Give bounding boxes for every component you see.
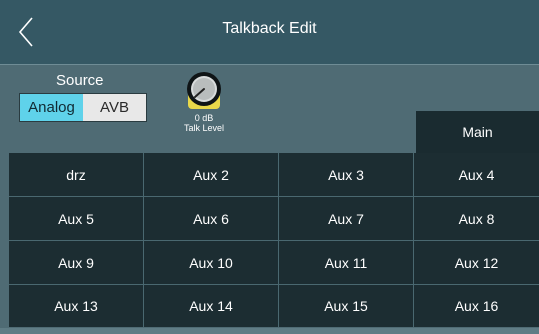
bus-button[interactable]: Aux 14: [144, 285, 278, 327]
bus-button[interactable]: Aux 7: [279, 197, 413, 240]
bus-grid: drz Aux 2 Aux 3 Aux 4 Aux 5 Aux 6 Aux 7 …: [9, 153, 539, 327]
bus-button[interactable]: Aux 4: [414, 153, 539, 196]
bus-button[interactable]: Aux 11: [279, 241, 413, 284]
bus-button[interactable]: Aux 8: [414, 197, 539, 240]
page-title: Talkback Edit: [222, 20, 317, 37]
bus-button[interactable]: drz: [9, 153, 143, 196]
title-bar: Talkback Edit: [0, 0, 539, 65]
source-analog-button[interactable]: Analog: [20, 94, 83, 121]
bus-button[interactable]: Aux 5: [9, 197, 143, 240]
source-selector: Analog AVB: [19, 93, 147, 122]
bus-button[interactable]: Aux 15: [279, 285, 413, 327]
bus-button[interactable]: Aux 13: [9, 285, 143, 327]
source-label: Source: [56, 72, 104, 89]
bus-button[interactable]: Aux 6: [144, 197, 278, 240]
talk-level-label: Talk Level: [183, 123, 225, 133]
bus-button[interactable]: Aux 16: [414, 285, 539, 327]
bus-button[interactable]: Aux 2: [144, 153, 278, 196]
bus-button[interactable]: Aux 3: [279, 153, 413, 196]
main-bus-button[interactable]: Main: [416, 111, 539, 153]
bus-button[interactable]: Aux 12: [414, 241, 539, 284]
knob-icon: [187, 72, 221, 109]
source-avb-button[interactable]: AVB: [83, 94, 146, 121]
talk-level-value: 0 dB: [194, 113, 214, 123]
bus-button[interactable]: Aux 9: [9, 241, 143, 284]
bottom-divider: [0, 328, 539, 334]
talk-level-knob[interactable]: [184, 68, 224, 112]
bus-button[interactable]: Aux 10: [144, 241, 278, 284]
